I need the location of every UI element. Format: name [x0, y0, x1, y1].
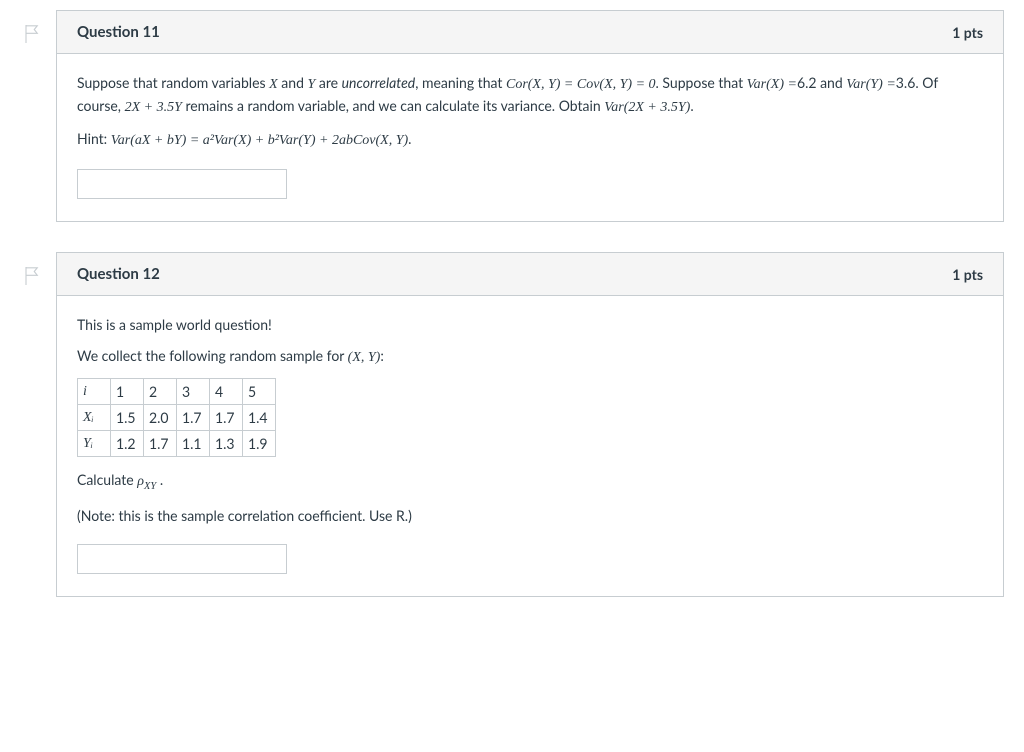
question-calc: Calculate ρXY . — [77, 469, 983, 495]
question-hint: Hint: Var(aX + bY) = a²Var(X) + b²Var(Y)… — [77, 128, 983, 151]
table-row: i 1 2 3 4 5 — [78, 379, 276, 405]
table-row: Yᵢ 1.2 1.7 1.1 1.3 1.9 — [78, 431, 276, 457]
question-question-points: 1 pts — [952, 266, 983, 283]
question-points: 1 pts — [952, 24, 983, 41]
flag-icon[interactable] — [23, 265, 41, 287]
question-12: Question 12 1 pts This is a sample world… — [56, 252, 1004, 597]
question-header: Question 12 1 pts — [57, 253, 1003, 296]
question-text: Suppose that random variables X and Y ar… — [77, 72, 983, 118]
table-row: Xᵢ 1.5 2.0 1.7 1.7 1.4 — [78, 405, 276, 431]
question-collect: We collect the following random sample f… — [77, 345, 983, 368]
question-body: Suppose that random variables X and Y ar… — [57, 54, 1003, 221]
question-title: Question 11 — [77, 23, 160, 41]
question-11: Question 11 1 pts Suppose that random va… — [56, 10, 1004, 222]
answer-input[interactable] — [77, 544, 287, 574]
data-table: i 1 2 3 4 5 Xᵢ 1.5 2.0 1.7 1.7 1.4 Yᵢ 1.… — [77, 378, 276, 457]
question-note: (Note: this is the sample correlation co… — [77, 505, 983, 526]
answer-input[interactable] — [77, 169, 287, 199]
flag-icon[interactable] — [23, 23, 41, 45]
question-body: This is a sample world question! We coll… — [57, 296, 1003, 596]
question-title: Question 12 — [77, 265, 160, 283]
question-intro: This is a sample world question! — [77, 314, 983, 335]
question-header: Question 11 1 pts — [57, 11, 1003, 54]
